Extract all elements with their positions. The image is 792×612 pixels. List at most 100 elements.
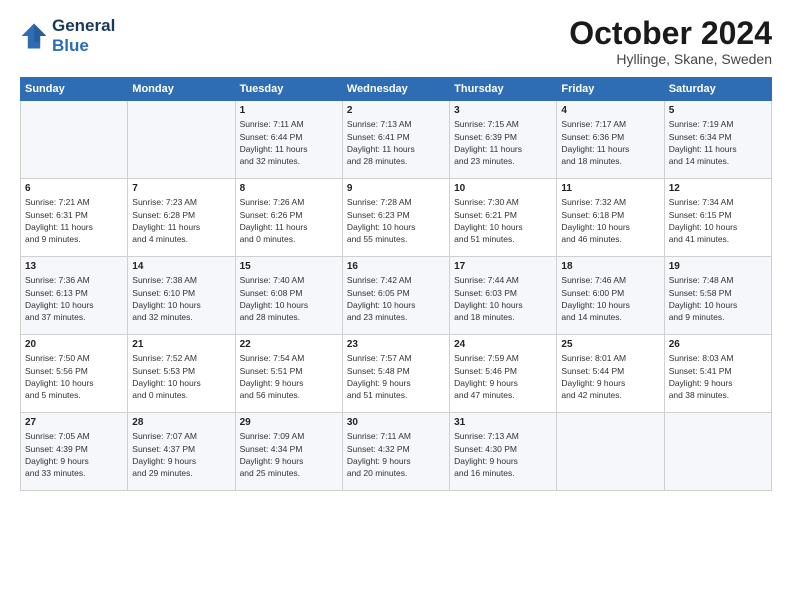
table-row: 17Sunrise: 7:44 AM Sunset: 6:03 PM Dayli… (450, 257, 557, 335)
col-thursday: Thursday (450, 78, 557, 101)
col-saturday: Saturday (664, 78, 771, 101)
day-info: Sunrise: 7:13 AM Sunset: 4:30 PM Dayligh… (454, 430, 552, 479)
table-row: 2 Sunrise: 7:13 AM Sunset: 6:41 PM Daylig… (342, 101, 449, 179)
day-number: 15 (240, 261, 338, 272)
day-number: 19 (669, 261, 767, 272)
table-row: 22 Sunrise: 7:54 AM Sunset: 5:51 PM Dayli… (235, 335, 342, 413)
day-number: 8 (240, 183, 338, 194)
day-info: Sunrise: 7:46 AM Sunset: 6:00 PM Dayligh… (561, 274, 659, 323)
col-tuesday: Tuesday (235, 78, 342, 101)
day-number: 21 (132, 339, 230, 350)
table-row: 24 Sunrise: 7:59 AM Sunset: 5:46 PM Dayli… (450, 335, 557, 413)
day-info: Sunrise: 7:59 AM Sunset: 5:46 PM Dayligh… (454, 352, 552, 401)
table-row: 12 Sunrise: 7:34 AM Sunset: 6:15 PM Dayli… (664, 179, 771, 257)
day-number: 2 (347, 105, 445, 116)
table-row: 26 Sunrise: 8:03 AM Sunset: 5:41 PM Dayli… (664, 335, 771, 413)
table-row: 23Sunrise: 7:57 AM Sunset: 5:48 PM Dayli… (342, 335, 449, 413)
day-number: 31 (454, 417, 552, 428)
table-row: 18 Sunrise: 7:46 AM Sunset: 6:00 PM Dayli… (557, 257, 664, 335)
table-row: 30 Sunrise: 7:11 AM Sunset: 4:32 PM Dayli… (342, 413, 449, 491)
day-number: 1 (240, 105, 338, 116)
table-row: 28 Sunrise: 7:07 AM Sunset: 4:37 PM Dayli… (128, 413, 235, 491)
day-info: Sunrise: 7:07 AM Sunset: 4:37 PM Dayligh… (132, 430, 230, 479)
table-row: 1Sunrise: 7:11 AM Sunset: 6:44 PM Daylig… (235, 101, 342, 179)
day-info: Sunrise: 7:36 AM Sunset: 6:13 PM Dayligh… (25, 274, 123, 323)
day-number: 5 (669, 105, 767, 116)
day-info: Sunrise: 7:17 AM Sunset: 6:36 PM Dayligh… (561, 118, 659, 167)
day-info: Sunrise: 7:28 AM Sunset: 6:23 PM Dayligh… (347, 196, 445, 245)
day-info: Sunrise: 7:32 AM Sunset: 6:18 PM Dayligh… (561, 196, 659, 245)
table-row: 27 Sunrise: 7:05 AM Sunset: 4:39 PM Dayli… (21, 413, 128, 491)
day-number: 13 (25, 261, 123, 272)
day-number: 12 (669, 183, 767, 194)
header-row: Sunday Monday Tuesday Wednesday Thursday… (21, 78, 772, 101)
logo-text: General Blue (52, 16, 115, 55)
day-number: 6 (25, 183, 123, 194)
table-row: 10Sunrise: 7:30 AM Sunset: 6:21 PM Dayli… (450, 179, 557, 257)
calendar-table: Sunday Monday Tuesday Wednesday Thursday… (20, 77, 772, 491)
table-row: 31 Sunrise: 7:13 AM Sunset: 4:30 PM Dayli… (450, 413, 557, 491)
day-number: 17 (454, 261, 552, 272)
location-subtitle: Hyllinge, Skane, Sweden (569, 51, 772, 67)
day-info: Sunrise: 7:13 AM Sunset: 6:41 PM Dayligh… (347, 118, 445, 167)
day-number: 25 (561, 339, 659, 350)
day-info: Sunrise: 7:05 AM Sunset: 4:39 PM Dayligh… (25, 430, 123, 479)
table-row: 13 Sunrise: 7:36 AM Sunset: 6:13 PM Dayli… (21, 257, 128, 335)
header: General Blue October 2024 Hyllinge, Skan… (20, 16, 772, 67)
day-info: Sunrise: 7:54 AM Sunset: 5:51 PM Dayligh… (240, 352, 338, 401)
day-number: 27 (25, 417, 123, 428)
day-info: Sunrise: 7:50 AM Sunset: 5:56 PM Dayligh… (25, 352, 123, 401)
table-row: 16Sunrise: 7:42 AM Sunset: 6:05 PM Dayli… (342, 257, 449, 335)
day-number: 18 (561, 261, 659, 272)
table-row: 11 Sunrise: 7:32 AM Sunset: 6:18 PM Dayli… (557, 179, 664, 257)
day-number: 11 (561, 183, 659, 194)
day-number: 24 (454, 339, 552, 350)
day-info: Sunrise: 7:11 AM Sunset: 4:32 PM Dayligh… (347, 430, 445, 479)
day-info: Sunrise: 8:01 AM Sunset: 5:44 PM Dayligh… (561, 352, 659, 401)
table-row: 25 Sunrise: 8:01 AM Sunset: 5:44 PM Dayli… (557, 335, 664, 413)
table-row: 7 Sunrise: 7:23 AM Sunset: 6:28 PM Daylig… (128, 179, 235, 257)
day-info: Sunrise: 7:34 AM Sunset: 6:15 PM Dayligh… (669, 196, 767, 245)
day-number: 26 (669, 339, 767, 350)
table-row (664, 413, 771, 491)
day-number: 7 (132, 183, 230, 194)
table-row (557, 413, 664, 491)
month-title: October 2024 (569, 16, 772, 51)
table-row: 9Sunrise: 7:28 AM Sunset: 6:23 PM Daylig… (342, 179, 449, 257)
day-number: 16 (347, 261, 445, 272)
day-number: 23 (347, 339, 445, 350)
day-number: 10 (454, 183, 552, 194)
day-number: 28 (132, 417, 230, 428)
table-row: 8Sunrise: 7:26 AM Sunset: 6:26 PM Daylig… (235, 179, 342, 257)
col-sunday: Sunday (21, 78, 128, 101)
day-number: 22 (240, 339, 338, 350)
day-number: 20 (25, 339, 123, 350)
day-info: Sunrise: 8:03 AM Sunset: 5:41 PM Dayligh… (669, 352, 767, 401)
logo-icon (20, 22, 48, 50)
table-row: 29Sunrise: 7:09 AM Sunset: 4:34 PM Dayli… (235, 413, 342, 491)
day-info: Sunrise: 7:52 AM Sunset: 5:53 PM Dayligh… (132, 352, 230, 401)
col-friday: Friday (557, 78, 664, 101)
day-info: Sunrise: 7:21 AM Sunset: 6:31 PM Dayligh… (25, 196, 123, 245)
col-wednesday: Wednesday (342, 78, 449, 101)
col-monday: Monday (128, 78, 235, 101)
title-area: October 2024 Hyllinge, Skane, Sweden (569, 16, 772, 67)
table-row: 5 Sunrise: 7:19 AM Sunset: 6:34 PM Daylig… (664, 101, 771, 179)
day-info: Sunrise: 7:23 AM Sunset: 6:28 PM Dayligh… (132, 196, 230, 245)
day-info: Sunrise: 7:09 AM Sunset: 4:34 PM Dayligh… (240, 430, 338, 479)
day-info: Sunrise: 7:38 AM Sunset: 6:10 PM Dayligh… (132, 274, 230, 323)
page: General Blue October 2024 Hyllinge, Skan… (0, 0, 792, 612)
table-row: 21 Sunrise: 7:52 AM Sunset: 5:53 PM Dayli… (128, 335, 235, 413)
day-number: 30 (347, 417, 445, 428)
table-row: 3Sunrise: 7:15 AM Sunset: 6:39 PM Daylig… (450, 101, 557, 179)
day-info: Sunrise: 7:40 AM Sunset: 6:08 PM Dayligh… (240, 274, 338, 323)
logo: General Blue (20, 16, 115, 55)
table-row: 6 Sunrise: 7:21 AM Sunset: 6:31 PM Daylig… (21, 179, 128, 257)
day-info: Sunrise: 7:19 AM Sunset: 6:34 PM Dayligh… (669, 118, 767, 167)
table-row: 15 Sunrise: 7:40 AM Sunset: 6:08 PM Dayli… (235, 257, 342, 335)
table-row (21, 101, 128, 179)
day-number: 3 (454, 105, 552, 116)
table-row: 19Sunrise: 7:48 AM Sunset: 5:58 PM Dayli… (664, 257, 771, 335)
day-number: 4 (561, 105, 659, 116)
table-row (128, 101, 235, 179)
